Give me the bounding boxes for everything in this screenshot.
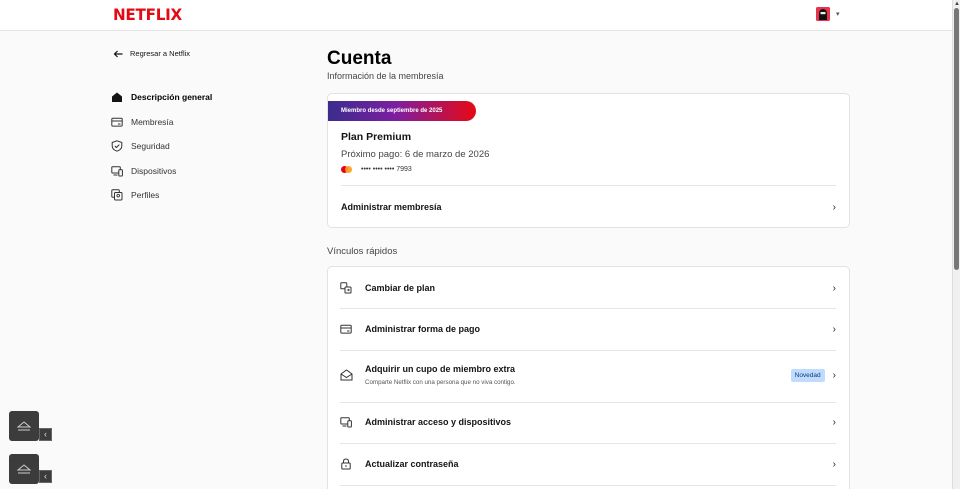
plan-name: Plan Premium <box>341 131 412 143</box>
home-icon <box>112 92 122 103</box>
profile-avatar-icon[interactable] <box>816 7 830 21</box>
sidebar-item-membership[interactable]: Membresía <box>111 110 212 135</box>
scroll-up-icon[interactable]: ▲ <box>954 1 960 7</box>
chevron-right-icon: › <box>832 369 836 381</box>
floating-panel-button[interactable] <box>9 454 39 484</box>
quick-link-payment-method[interactable]: Administrar forma de pago › <box>340 319 836 339</box>
devices-icon <box>340 416 354 428</box>
divider <box>340 485 836 486</box>
sidebar-item-devices[interactable]: Dispositivos <box>111 159 212 184</box>
membership-info-heading: Información de la membresía <box>327 71 444 81</box>
scrollbar-thumb[interactable] <box>954 8 959 270</box>
quick-link-change-plan[interactable]: Cambiar de plan › <box>340 278 836 298</box>
shield-icon <box>111 140 123 152</box>
quick-links-card: Cambiar de plan › Administrar forma de p… <box>327 266 850 489</box>
extra-member-icon <box>340 369 354 381</box>
sidebar-item-label: Perfiles <box>131 190 160 201</box>
divider <box>340 443 836 444</box>
divider <box>340 308 836 309</box>
chevron-right-icon: › <box>832 201 836 213</box>
chevron-right-icon: › <box>832 282 836 294</box>
new-badge: Novedad <box>790 368 825 382</box>
member-since-badge: Miembro desde septiembre de 2025 <box>328 101 476 121</box>
quick-link-access-devices[interactable]: Administrar acceso y dispositivos › <box>340 412 836 432</box>
quick-link-label: Cambiar de plan <box>365 283 436 293</box>
eject-icon <box>17 463 31 473</box>
payment-card-info: •••• •••• •••• 7993 <box>341 166 412 173</box>
membership-card: Miembro desde septiembre de 2025 Plan Pr… <box>327 93 850 228</box>
quick-link-label: Administrar acceso y dispositivos <box>365 417 512 427</box>
divider <box>340 350 836 351</box>
chevron-right-icon: › <box>832 458 836 470</box>
arrow-left-icon <box>113 50 123 57</box>
top-bar: NETFLIX ▾ <box>0 0 952 31</box>
payment-card-icon <box>340 323 354 335</box>
sidebar-item-label: Seguridad <box>131 141 170 152</box>
eject-icon <box>17 420 31 430</box>
lock-icon <box>340 458 354 470</box>
page-title: Cuenta <box>327 48 392 69</box>
quick-link-label: Administrar forma de pago <box>365 324 481 334</box>
sidebar-item-label: Descripción general <box>131 92 213 103</box>
netflix-logo[interactable]: NETFLIX <box>113 5 182 24</box>
quick-link-label: Adquirir un cupo de miembro extra <box>365 364 516 374</box>
account-main: Cuenta Información de la membresía Miemb… <box>327 46 850 489</box>
account-menu-caret[interactable]: ▾ <box>836 10 840 18</box>
chevron-left-icon[interactable]: ‹ <box>39 470 52 483</box>
manage-membership-link[interactable]: Administrar membresía › <box>341 186 836 228</box>
sidebar-item-security[interactable]: Seguridad <box>111 134 212 159</box>
next-payment-date: Próximo pago: 6 de marzo de 2026 <box>341 149 490 160</box>
divider <box>340 402 836 403</box>
quick-link-label: Actualizar contraseña <box>365 459 459 469</box>
chevron-right-icon: › <box>832 416 836 428</box>
quick-link-description: Comparte Netflix con una persona que no … <box>365 379 516 386</box>
page-scrollbar[interactable]: ▲ <box>952 0 960 489</box>
account-sidebar: Descripción general Membresía Seguridad … <box>111 85 212 208</box>
quick-link-update-password[interactable]: Actualizar contraseña › <box>340 454 836 474</box>
change-plan-icon <box>340 282 354 294</box>
quick-link-extra-member[interactable]: Adquirir un cupo de miembro extra Compar… <box>340 359 836 391</box>
card-number-masked: •••• •••• •••• 7993 <box>361 166 412 173</box>
sidebar-item-profiles[interactable]: Perfiles <box>111 183 212 208</box>
sidebar-item-label: Membresía <box>131 116 174 127</box>
mastercard-icon <box>341 166 353 173</box>
floating-panel-button[interactable] <box>9 411 39 441</box>
sidebar-item-overview[interactable]: Descripción general <box>111 85 212 110</box>
chevron-right-icon: › <box>832 323 836 335</box>
card-icon <box>111 117 123 127</box>
quick-links-heading: Vínculos rápidos <box>327 246 398 257</box>
profiles-icon <box>111 189 123 201</box>
manage-membership-label: Administrar membresía <box>341 202 442 212</box>
sidebar-item-label: Dispositivos <box>131 165 177 176</box>
back-to-netflix-link[interactable]: Regresar a Netflix <box>113 49 190 58</box>
back-link-label: Regresar a Netflix <box>130 49 191 58</box>
devices-icon <box>111 166 123 177</box>
chevron-left-icon[interactable]: ‹ <box>39 428 52 441</box>
